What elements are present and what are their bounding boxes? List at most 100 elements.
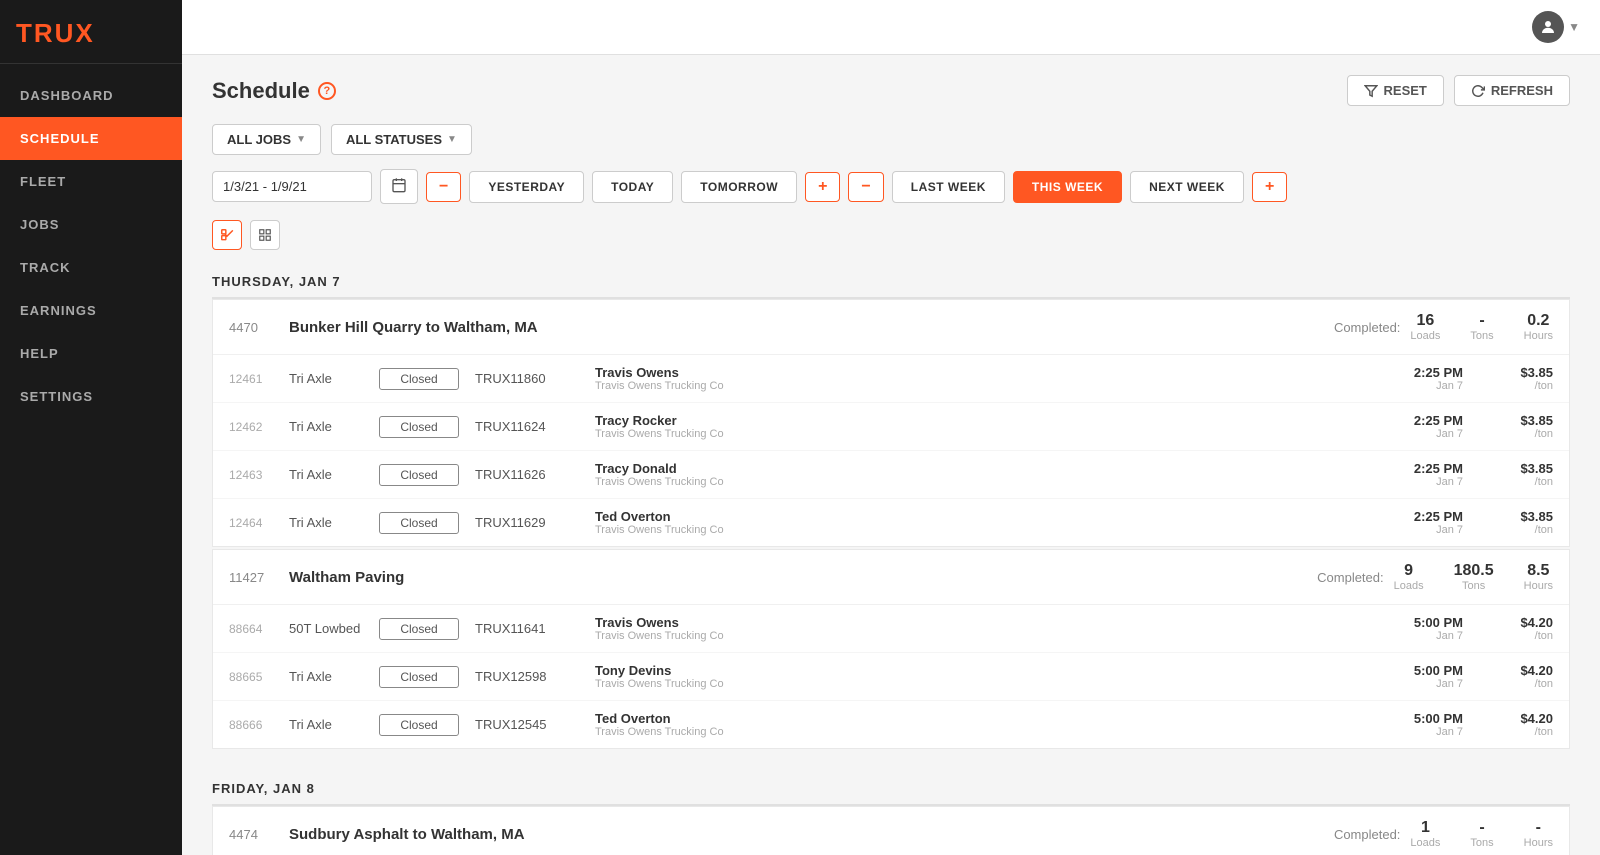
job-id-0-0: 4470 (229, 320, 289, 335)
assign-driver-0-0-2: Tracy Donald Travis Owens Trucking Co (595, 461, 1414, 488)
filters-row: ALL JOBS ▼ ALL STATUSES ▼ (212, 124, 1570, 155)
page-header: Schedule ? RESET REFRESH (212, 75, 1570, 106)
sidebar-item-track[interactable]: TRACK (0, 246, 182, 289)
day-prev-button[interactable]: − (426, 172, 461, 202)
main-area: ▼ Schedule ? RESET REFRESH (182, 0, 1600, 855)
status-badge-0-0-1: Closed (379, 416, 459, 438)
yesterday-button[interactable]: YESTERDAY (469, 171, 584, 203)
this-week-button[interactable]: THIS WEEK (1013, 171, 1122, 203)
sidebar-item-settings[interactable]: SETTINGS (0, 375, 182, 418)
job-header-1-0: 4474 Sudbury Asphalt to Waltham, MA Comp… (213, 807, 1569, 855)
assign-rate-0-0-3: $3.85 /ton (1493, 509, 1553, 536)
assign-type-0-0-3: Tri Axle (289, 515, 379, 530)
reset-button[interactable]: RESET (1347, 75, 1444, 106)
job-group-0-0: 4470 Bunker Hill Quarry to Waltham, MA C… (212, 299, 1570, 547)
day-header-0: THURSDAY, JAN 7 (212, 266, 1570, 299)
assign-truck-0-0-1: TRUX11624 (475, 419, 585, 434)
assign-time-0-0-2: 2:25 PM Jan 7 (1414, 461, 1463, 488)
day-next-button[interactable]: + (805, 172, 840, 202)
job-stat-0-0-1: - Tons (1470, 312, 1493, 342)
assign-time-0-1-0: 5:00 PM Jan 7 (1414, 615, 1463, 642)
job-stat-1-0-2: - Hours (1524, 819, 1553, 849)
status-badge-0-0-2: Closed (379, 464, 459, 486)
assignment-row-0-0-3[interactable]: 12464 Tri Axle Closed TRUX11629 Ted Over… (213, 499, 1569, 546)
job-stats-1-0: 1 Loads - Tons - Hours (1410, 819, 1553, 849)
job-stat-1-0-1: - Tons (1470, 819, 1493, 849)
assign-type-0-0-2: Tri Axle (289, 467, 379, 482)
assignment-row-0-1-1[interactable]: 88665 Tri Axle Closed TRUX12598 Tony Dev… (213, 653, 1569, 701)
assign-truck-0-1-1: TRUX12598 (475, 669, 585, 684)
assign-truck-0-1-0: TRUX11641 (475, 621, 585, 636)
sidebar: TRUX DASHBOARDSCHEDULEFLEETJOBSTRACKEARN… (0, 0, 182, 855)
assign-rate-0-0-1: $3.85 /ton (1493, 413, 1553, 440)
last-week-button[interactable]: LAST WEEK (892, 171, 1005, 203)
job-id-1-0: 4474 (229, 827, 289, 842)
job-group-1-0: 4474 Sudbury Asphalt to Waltham, MA Comp… (212, 806, 1570, 855)
status-badge-0-1-1: Closed (379, 666, 459, 688)
assignment-row-0-1-2[interactable]: 88666 Tri Axle Closed TRUX12545 Ted Over… (213, 701, 1569, 748)
statuses-filter-arrow: ▼ (447, 134, 457, 145)
sidebar-item-fleet[interactable]: FLEET (0, 160, 182, 203)
week-prev-button[interactable]: − (848, 172, 883, 202)
job-stats-0-0: 16 Loads - Tons 0.2 Hours (1410, 312, 1553, 342)
sidebar-item-schedule[interactable]: SCHEDULE (0, 117, 182, 160)
assign-id-0-0-1: 12462 (229, 420, 289, 434)
assignment-row-0-1-0[interactable]: 88664 50T Lowbed Closed TRUX11641 Travis… (213, 605, 1569, 653)
assign-time-0-0-1: 2:25 PM Jan 7 (1414, 413, 1463, 440)
assign-time-0-0-0: 2:25 PM Jan 7 (1414, 365, 1463, 392)
job-stat-1-0-0: 1 Loads (1410, 819, 1440, 849)
help-icon[interactable]: ? (318, 82, 336, 100)
sidebar-nav: DASHBOARDSCHEDULEFLEETJOBSTRACKEARNINGSH… (0, 64, 182, 418)
assign-id-0-1-1: 88665 (229, 670, 289, 684)
topbar: ▼ (182, 0, 1600, 55)
assignment-row-0-0-0[interactable]: 12461 Tri Axle Closed TRUX11860 Travis O… (213, 355, 1569, 403)
day-section-0: THURSDAY, JAN 7 4470 Bunker Hill Quarry … (212, 266, 1570, 749)
sidebar-item-dashboard[interactable]: DASHBOARD (0, 74, 182, 117)
status-badge-0-0-0: Closed (379, 368, 459, 390)
user-dropdown-arrow[interactable]: ▼ (1568, 20, 1580, 34)
tomorrow-button[interactable]: TOMORROW (681, 171, 797, 203)
main-content: Schedule ? RESET REFRESH ALL JOBS ▼ (182, 55, 1600, 855)
calendar-button[interactable] (380, 169, 418, 204)
sidebar-item-help[interactable]: HELP (0, 332, 182, 375)
assignment-row-0-0-2[interactable]: 12463 Tri Axle Closed TRUX11626 Tracy Do… (213, 451, 1569, 499)
assign-driver-0-1-0: Travis Owens Travis Owens Trucking Co (595, 615, 1414, 642)
sidebar-item-earnings[interactable]: EARNINGS (0, 289, 182, 332)
assign-driver-0-0-1: Tracy Rocker Travis Owens Trucking Co (595, 413, 1414, 440)
header-actions: RESET REFRESH (1347, 75, 1570, 106)
assign-driver-0-1-1: Tony Devins Travis Owens Trucking Co (595, 663, 1414, 690)
date-nav-row: − YESTERDAY TODAY TOMORROW + − LAST WEEK… (212, 169, 1570, 204)
sidebar-item-jobs[interactable]: JOBS (0, 203, 182, 246)
status-badge-0-1-2: Closed (379, 714, 459, 736)
assign-type-0-1-2: Tri Axle (289, 717, 379, 732)
next-week-button[interactable]: NEXT WEEK (1130, 171, 1244, 203)
job-name-1-0: Sudbury Asphalt to Waltham, MA (289, 826, 1334, 843)
assign-rate-0-1-1: $4.20 /ton (1493, 663, 1553, 690)
refresh-button[interactable]: REFRESH (1454, 75, 1570, 106)
jobs-filter-button[interactable]: ALL JOBS ▼ (212, 124, 321, 155)
assignment-row-0-0-1[interactable]: 12462 Tri Axle Closed TRUX11624 Tracy Ro… (213, 403, 1569, 451)
assign-id-0-0-3: 12464 (229, 516, 289, 530)
assign-truck-0-1-2: TRUX12545 (475, 717, 585, 732)
assign-type-0-1-1: Tri Axle (289, 669, 379, 684)
job-name-0-0: Bunker Hill Quarry to Waltham, MA (289, 319, 1334, 336)
jobs-filter-arrow: ▼ (296, 134, 306, 145)
job-stat-0-0-2: 0.2 Hours (1524, 312, 1553, 342)
assign-id-0-0-0: 12461 (229, 372, 289, 386)
assign-time-0-1-2: 5:00 PM Jan 7 (1414, 711, 1463, 738)
job-completed-label-0-1: Completed: (1317, 570, 1383, 585)
assign-type-0-0-0: Tri Axle (289, 371, 379, 386)
assign-rate-0-1-0: $4.20 /ton (1493, 615, 1553, 642)
week-next-button[interactable]: + (1252, 172, 1287, 202)
job-stat-0-0-0: 16 Loads (1410, 312, 1440, 342)
today-button[interactable]: TODAY (592, 171, 673, 203)
user-avatar[interactable] (1532, 11, 1564, 43)
grid-view-button[interactable] (250, 220, 280, 250)
day-header-1: FRIDAY, JAN 8 (212, 773, 1570, 806)
assign-rate-0-1-2: $4.20 /ton (1493, 711, 1553, 738)
date-range-input[interactable] (212, 171, 372, 202)
statuses-filter-button[interactable]: ALL STATUSES ▼ (331, 124, 472, 155)
status-badge-0-0-3: Closed (379, 512, 459, 534)
view-toggle (212, 220, 1570, 250)
list-view-button[interactable] (212, 220, 242, 250)
